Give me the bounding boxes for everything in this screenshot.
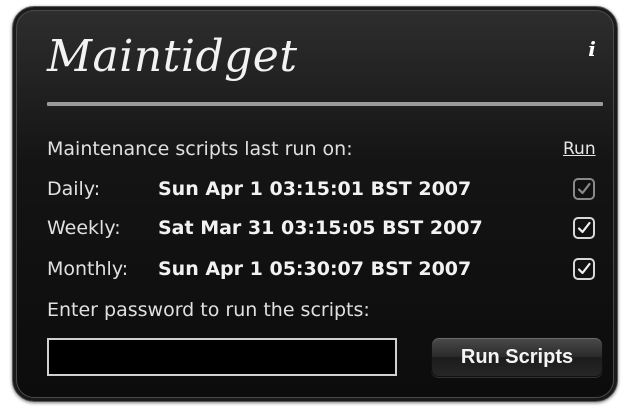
- scripts-header: Maintenance scripts last run on:: [47, 138, 353, 160]
- daily-run-checkbox[interactable]: [573, 178, 595, 200]
- weekly-label: Weekly:: [47, 217, 121, 239]
- weekly-last-run: Sat Mar 31 03:15:05 BST 2007: [158, 217, 483, 239]
- weekly-run-checkbox[interactable]: [573, 217, 595, 239]
- daily-last-run: Sun Apr 1 03:15:01 BST 2007: [158, 178, 472, 200]
- info-icon[interactable]: i: [585, 39, 599, 59]
- monthly-run-checkbox[interactable]: [573, 258, 595, 280]
- checkmark-icon: [577, 262, 591, 275]
- monthly-last-run: Sun Apr 1 05:30:07 BST 2007: [158, 258, 472, 280]
- run-scripts-button[interactable]: Run Scripts: [431, 337, 603, 377]
- checkmark-icon: [577, 182, 591, 195]
- daily-label: Daily:: [47, 178, 101, 200]
- password-prompt: Enter password to run the scripts:: [47, 299, 370, 321]
- checkmark-icon: [577, 221, 591, 234]
- title-divider: [47, 102, 603, 106]
- password-input[interactable]: [47, 338, 397, 376]
- maintidget-widget: Maintidget i Maintenance scripts last ru…: [12, 6, 618, 402]
- run-column-header[interactable]: Run: [563, 138, 596, 160]
- monthly-label: Monthly:: [47, 258, 129, 280]
- widget-title: Maintidget: [47, 31, 298, 82]
